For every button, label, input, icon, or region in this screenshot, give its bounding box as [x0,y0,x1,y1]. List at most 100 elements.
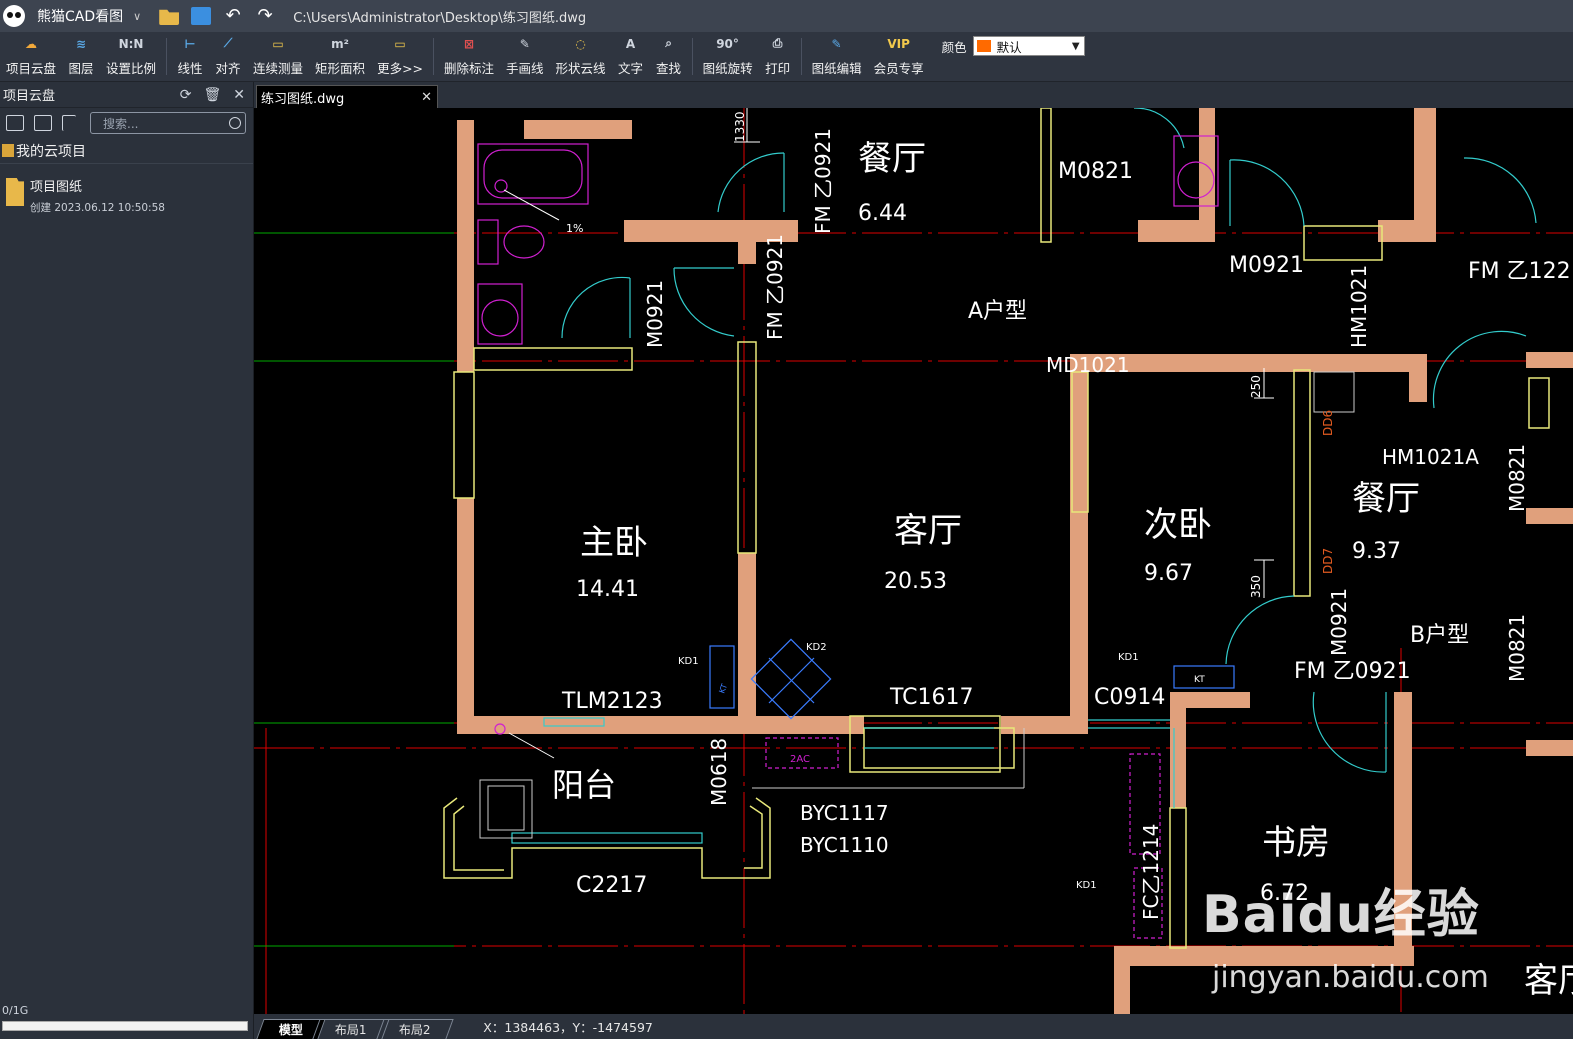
door-label-vertical: M0921 [1327,588,1351,656]
vip-icon: VIP [887,36,910,51]
tool-vip[interactable]: VIP 会员专享 [868,32,930,81]
storage-usage: 0/1G [2,1004,29,1017]
dimension-label: 1330 [733,111,747,142]
parent-folder-icon[interactable] [62,115,76,131]
scale-icon: N:N [118,36,144,51]
tool-pencil[interactable]: ✎ 手画线 [500,32,550,81]
delete-dimension-icon: ⊠ [463,36,475,51]
tool-layers[interactable]: ≋ 图层 [62,32,100,81]
tool-area[interactable]: m² 矩形面积 [309,32,371,81]
layers-icon: ≋ [75,36,87,51]
slope-label: 1% [566,222,583,235]
ruler-icon: ▭ [272,36,284,51]
trash-icon[interactable]: 🗑 [203,87,221,103]
drawing-canvas[interactable]: 餐厅 6.44 主卧 14.41 客厅 20.53 次卧 9.67 餐厅 9.3… [254,108,1573,1014]
file-path: C:\Users\Administrator\Desktop\练习图纸.dwg [293,10,587,26]
save-icon[interactable] [191,7,212,25]
tool-ruler[interactable]: ▭ 连续测量 [247,32,309,81]
tool-rotate-90[interactable]: 90° 图纸旋转 [697,32,759,81]
tool-label: 更多>> [377,61,424,76]
watermark-logo: Baidu经验 [1202,885,1480,945]
folder-icon [6,178,24,206]
project-item[interactable]: 项目图纸 创建 2023.06.12 10:50:58 [0,164,253,215]
tool-label: 图纸旋转 [702,61,753,76]
tree-root-my-cloud[interactable]: 我的云项目 [0,138,253,164]
dd-label: DD7 [1321,548,1335,574]
sync-icon[interactable]: ⟳ [180,87,192,103]
color-select[interactable]: 默认 ▼ [972,36,1085,56]
door-label: HM1021A [1382,445,1479,469]
tool-label: 会员专享 [873,61,924,76]
tool-find[interactable]: ⌕ 查找 [650,32,688,81]
app-name: 熊猫CAD看图 [37,9,124,25]
room-area-living-a: 20.53 [884,569,947,594]
window-label: TLM2123 [561,689,663,714]
panda-logo-icon [3,5,25,27]
new-folder-icon[interactable] [34,115,52,131]
door-label: M0821 [1058,159,1133,184]
undo-icon[interactable]: ↶ [223,7,243,25]
dimension-label: 350 [1249,575,1263,598]
room-name-dining-b: 餐厅 [1352,479,1420,519]
tool-delete-dimension[interactable]: ⊠ 删除标注 [438,32,500,81]
equipment-label: KD1 [678,656,699,667]
tool-text[interactable]: A 文字 [612,32,650,81]
close-tab-icon[interactable]: ✕ [421,90,432,105]
room-name-living-a: 客厅 [894,511,962,551]
cloud-shape-icon: ◌ [575,36,586,51]
status-bar: 模型 布局1 布局2 X：1384463，Y：-1474597 [254,1014,1573,1039]
equipment-label: KD2 [806,642,827,653]
tool-scale[interactable]: N:N 设置比例 [100,32,162,81]
door-label: M0921 [1229,253,1304,278]
tool-label: 线性 [177,61,203,76]
tool-print[interactable]: ⎙ 打印 [759,32,797,81]
door-label-vertical: M0821 [1505,614,1529,682]
window-label: C0914 [1094,685,1165,710]
panel-title: 项目云盘 [3,89,56,104]
tool-align-measure[interactable]: ⟋ 对齐 [209,32,247,81]
search-icon[interactable] [229,117,241,129]
drawing-texts: 餐厅 6.44 主卧 14.41 客厅 20.53 次卧 9.67 餐厅 9.3… [552,111,1573,1001]
project-name: 项目图纸 [30,180,83,195]
room-area-master-bed: 14.41 [576,577,639,602]
tool-label: 删除标注 [444,61,495,76]
toolbar-separator [691,38,693,75]
tool-edit-drawing[interactable]: ✎ 图纸编辑 [806,32,868,81]
upload-file-icon[interactable] [6,115,24,131]
tool-label: 连续测量 [253,61,304,76]
tool-label: 矩形面积 [315,61,366,76]
layout-tab-layout2[interactable]: 布局2 [376,1019,453,1039]
door-label-vertical: M0921 [643,280,667,348]
dimension-label: 250 [1249,375,1263,398]
color-value: 默认 [996,39,1022,55]
toolbar-separator [800,38,802,75]
print-icon: ⎙ [772,36,783,50]
document-tab[interactable]: 练习图纸.dwg ✕ [256,85,438,108]
tool-more[interactable]: ▭ 更多>> [371,32,429,81]
watermark: Baidu经验 jingyan.baidu.com [1202,872,1489,995]
toolbar-separator [433,38,435,75]
room-name-master-bed: 主卧 [580,523,648,563]
tool-linear-measure[interactable]: ⊢ 线性 [171,32,209,81]
open-folder-icon[interactable] [159,9,180,25]
tool-label: 打印 [765,61,791,76]
tool-label: 图纸编辑 [811,61,862,76]
edit-drawing-icon: ✎ [831,36,842,51]
pencil-icon: ✎ [519,36,530,51]
app-menu-chevron-icon[interactable]: ∨ [133,10,141,23]
search-input[interactable]: 搜索... [90,112,246,134]
door-label-vertical: M0821 [1505,444,1529,512]
tool-label: 手画线 [506,61,544,76]
redo-icon[interactable]: ↷ [255,7,275,25]
tool-cloud[interactable]: ☁ 项目云盘 [0,32,62,81]
tool-label: 查找 [656,61,682,76]
chevron-down-icon[interactable]: ▼ [1072,41,1080,52]
close-icon[interactable]: ✕ [233,87,245,103]
equipment-label: KD1 [1076,880,1097,891]
room-area-second-bed: 9.67 [1144,561,1193,586]
tool-label: 形状云线 [555,61,606,76]
tool-cloud-shape[interactable]: ◌ 形状云线 [550,32,612,81]
area-icon: m² [331,36,349,51]
rotate-90-icon: 90° [716,36,739,51]
equipment-label: 2AC [790,754,810,765]
